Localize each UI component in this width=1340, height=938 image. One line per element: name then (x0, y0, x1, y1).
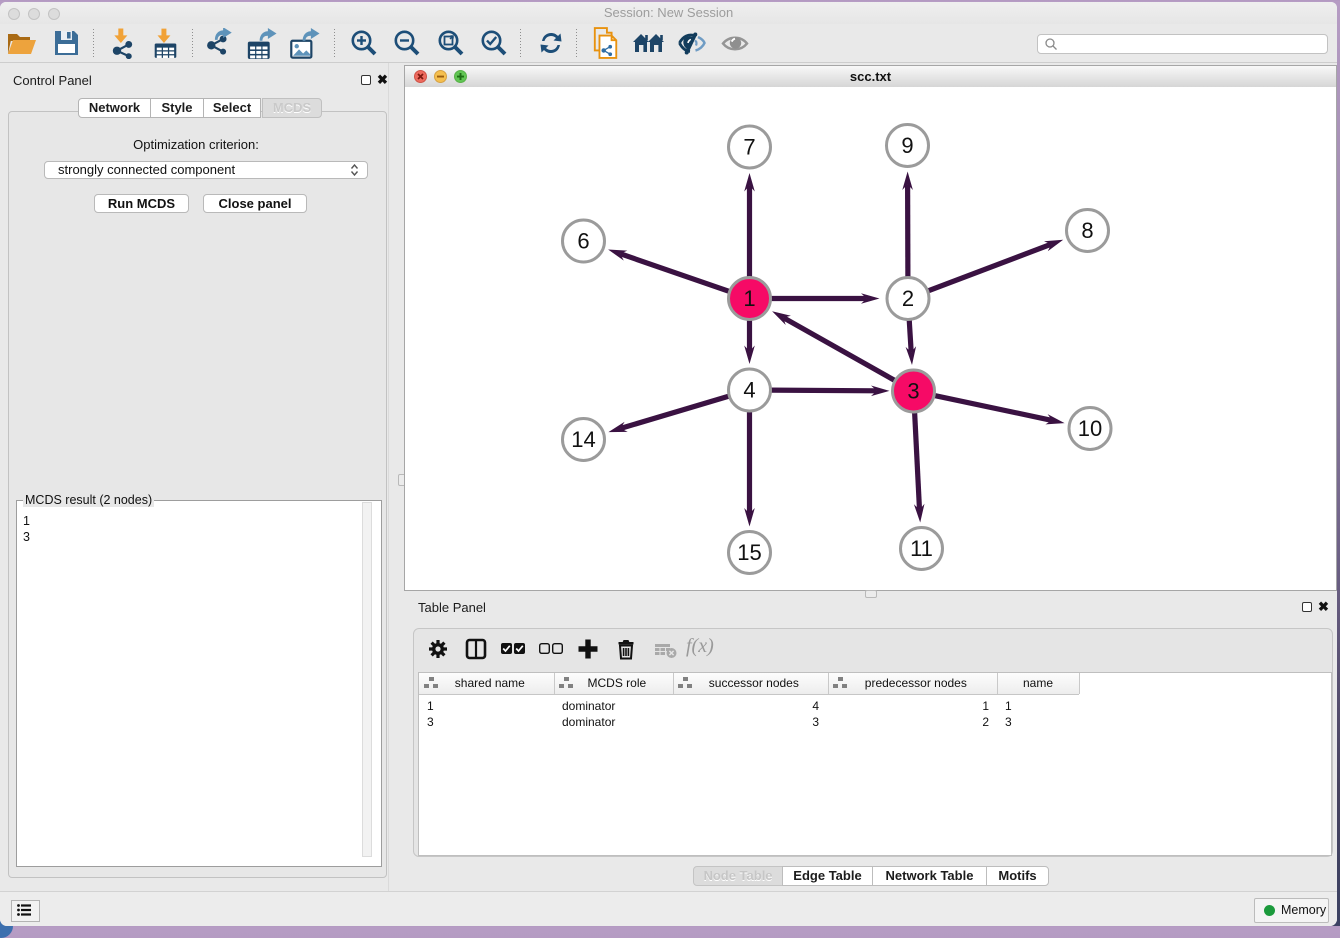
svg-text:11: 11 (910, 536, 933, 561)
svg-text:14: 14 (571, 427, 595, 452)
svg-text:4: 4 (743, 378, 755, 403)
svg-text:8: 8 (1081, 218, 1093, 243)
svg-text:10: 10 (1078, 416, 1102, 441)
svg-text:9: 9 (901, 133, 913, 158)
svg-text:1: 1 (743, 286, 755, 311)
svg-text:15: 15 (737, 540, 761, 565)
svg-text:7: 7 (743, 135, 755, 160)
svg-text:2: 2 (902, 286, 914, 311)
svg-text:6: 6 (577, 229, 589, 254)
svg-text:3: 3 (907, 379, 919, 404)
